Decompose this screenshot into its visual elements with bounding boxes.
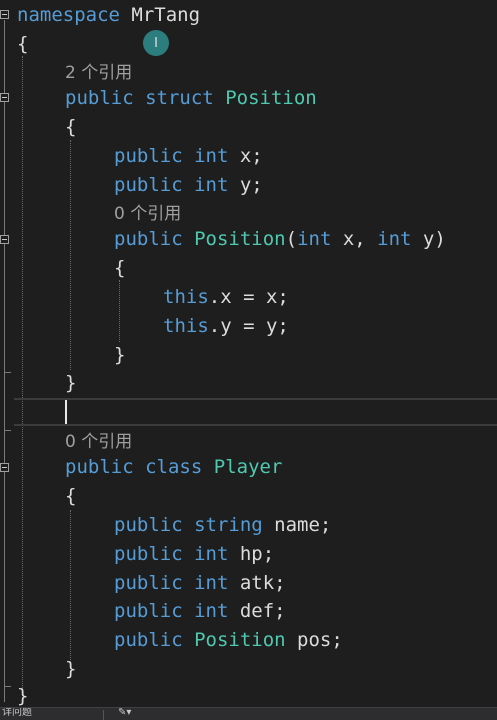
outline-tick bbox=[4, 372, 11, 373]
code-line-field: public string name; bbox=[114, 511, 497, 539]
code-line-field: public int hp; bbox=[114, 540, 497, 568]
code-line-brace: } bbox=[114, 341, 497, 369]
field-rest: pos; bbox=[285, 629, 343, 651]
keyword: public bbox=[65, 87, 134, 109]
keyword: public bbox=[65, 456, 134, 478]
code-line-brace: { bbox=[65, 482, 497, 510]
keyword: this bbox=[163, 315, 209, 337]
type-keyword: int bbox=[194, 600, 229, 622]
code-line-assignment: this.x = x; bbox=[163, 283, 497, 311]
code-line-brace: } bbox=[65, 369, 497, 397]
indent-guide bbox=[70, 140, 71, 370]
brace-open: { bbox=[17, 33, 29, 55]
field-rest: y; bbox=[228, 174, 263, 196]
brace-open: { bbox=[65, 485, 77, 507]
brace-open: { bbox=[65, 116, 77, 138]
param-rest: y) bbox=[411, 228, 446, 250]
type-keyword: int bbox=[194, 543, 229, 565]
current-line-highlight bbox=[14, 398, 497, 426]
type-keyword: int bbox=[194, 145, 229, 167]
namespace-name: MrTang bbox=[131, 4, 201, 26]
code-line-constructor: public Position(int x, int y) bbox=[114, 225, 497, 253]
keyword: struct bbox=[145, 87, 214, 109]
param-rest: x, bbox=[331, 228, 378, 250]
keyword: public bbox=[114, 629, 183, 651]
code-line-brace: { bbox=[114, 254, 497, 282]
outline-tick bbox=[4, 430, 11, 431]
assignment-rest: .x = x; bbox=[208, 286, 289, 308]
brace-close: } bbox=[65, 658, 77, 680]
indent-guide bbox=[70, 510, 71, 660]
brace-close: } bbox=[114, 344, 126, 366]
type-name: Position bbox=[194, 629, 286, 651]
type-keyword: int bbox=[377, 228, 412, 250]
code-editor[interactable]: namespace MrTang { 2 个引用 public struct P… bbox=[0, 0, 497, 707]
field-rest: atk; bbox=[228, 572, 286, 594]
text-cursor-icon: I bbox=[143, 30, 169, 56]
keyword: class bbox=[145, 456, 203, 478]
keyword: public bbox=[114, 514, 183, 536]
brace-open: { bbox=[114, 257, 126, 279]
field-rest: x; bbox=[228, 145, 263, 167]
type-keyword: string bbox=[194, 514, 263, 536]
type-keyword: int bbox=[297, 228, 332, 250]
indent-guide bbox=[119, 280, 120, 342]
keyword: public bbox=[114, 543, 183, 565]
outline-line bbox=[4, 20, 5, 702]
brace-close: } bbox=[65, 372, 77, 394]
keyword: namespace bbox=[17, 4, 120, 26]
type-keyword: int bbox=[194, 572, 229, 594]
code-line-assignment: this.y = y; bbox=[163, 312, 497, 340]
outline-tick bbox=[4, 686, 11, 687]
field-rest: hp; bbox=[228, 543, 275, 565]
type-keyword: int bbox=[194, 174, 229, 196]
brush-dropdown-icon[interactable]: ✎▾ bbox=[118, 708, 131, 719]
indent-guide bbox=[22, 56, 23, 696]
paren: ( bbox=[285, 228, 298, 250]
keyword: public bbox=[114, 228, 183, 250]
keyword: public bbox=[114, 600, 183, 622]
type-name: Position bbox=[225, 87, 317, 109]
fold-toggle-namespace[interactable] bbox=[0, 10, 9, 19]
fold-toggle-struct[interactable] bbox=[0, 93, 9, 102]
fold-toggle-constructor[interactable] bbox=[0, 235, 9, 244]
code-line-brace: { bbox=[65, 113, 497, 141]
type-name: Player bbox=[213, 456, 283, 478]
field-rest: name; bbox=[262, 514, 332, 536]
codelens-references[interactable]: 0 个引用 bbox=[114, 200, 497, 228]
code-line-field: public int y; bbox=[114, 171, 497, 199]
keyword: this bbox=[163, 286, 209, 308]
code-line-brace: } bbox=[17, 682, 497, 710]
type-name: Position bbox=[194, 228, 286, 250]
code-line-brace: { bbox=[17, 30, 497, 58]
assignment-rest: .y = y; bbox=[208, 315, 289, 337]
fold-toggle-class[interactable] bbox=[0, 463, 9, 472]
brace-close: } bbox=[17, 685, 29, 707]
keyword: public bbox=[114, 145, 183, 167]
code-line-class-decl: public class Player bbox=[65, 453, 497, 481]
text-caret bbox=[65, 400, 67, 424]
status-bar: 详问题 ✎▾ bbox=[0, 707, 497, 720]
code-line-field: public int def; bbox=[114, 597, 497, 625]
status-problems-label[interactable]: 详问题 bbox=[2, 708, 32, 719]
codelens-references[interactable]: 2 个引用 bbox=[65, 59, 497, 87]
code-line-struct-decl: public struct Position bbox=[65, 84, 497, 112]
code-line-brace: } bbox=[65, 655, 497, 683]
codelens-references[interactable]: 0 个引用 bbox=[65, 428, 497, 456]
code-line-field: public Position pos; bbox=[114, 626, 497, 654]
field-rest: def; bbox=[228, 600, 286, 622]
code-line-field: public int atk; bbox=[114, 569, 497, 597]
keyword: public bbox=[114, 572, 183, 594]
code-line-field: public int x; bbox=[114, 142, 497, 170]
keyword: public bbox=[114, 174, 183, 196]
code-line-namespace: namespace MrTang bbox=[17, 1, 497, 29]
